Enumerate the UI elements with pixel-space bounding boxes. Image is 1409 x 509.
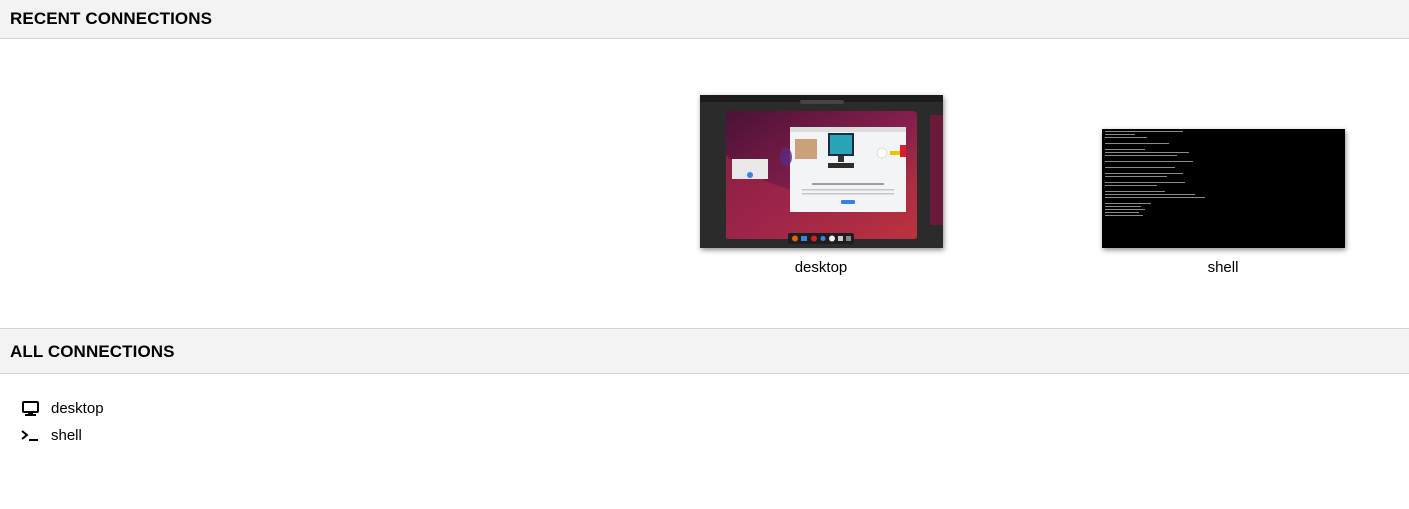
recent-connection-shell[interactable]: shell bbox=[1098, 129, 1348, 276]
terminal-prompt-icon bbox=[21, 427, 39, 445]
recent-connection-shell-label[interactable]: shell bbox=[1098, 259, 1348, 276]
all-connections-title: ALL CONNECTIONS bbox=[10, 342, 175, 361]
recent-connection-desktop[interactable]: desktop bbox=[696, 95, 946, 276]
shell-thumbnail[interactable] bbox=[1101, 129, 1345, 248]
recent-connection-desktop-label[interactable]: desktop bbox=[696, 259, 946, 276]
connection-row-shell[interactable]: shell bbox=[21, 422, 1409, 449]
recent-connections-header: RECENT CONNECTIONS bbox=[0, 0, 1409, 39]
all-connections-header: ALL CONNECTIONS bbox=[0, 328, 1409, 374]
desktop-thumbnail[interactable] bbox=[699, 95, 943, 248]
connection-row-desktop[interactable]: desktop bbox=[21, 395, 1409, 422]
recent-connections-title: RECENT CONNECTIONS bbox=[10, 9, 213, 28]
connection-label-desktop[interactable]: desktop bbox=[51, 400, 104, 417]
connection-label-shell[interactable]: shell bbox=[51, 427, 82, 444]
all-connections-list: desktop shell bbox=[0, 374, 1409, 449]
monitor-icon bbox=[21, 400, 39, 418]
recent-connections-area: desktop shell bbox=[0, 39, 1409, 328]
